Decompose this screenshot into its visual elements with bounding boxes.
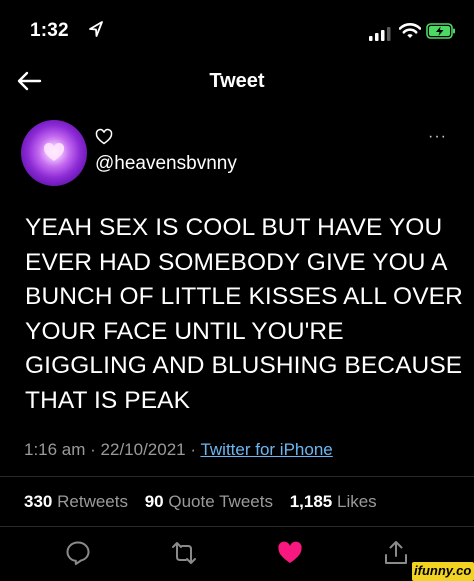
page-title: Tweet xyxy=(209,70,265,92)
watermark-text: ifunny.co xyxy=(414,563,472,578)
divider xyxy=(0,526,474,527)
battery-charging-icon xyxy=(426,23,455,39)
location-arrow-icon xyxy=(89,21,103,37)
retweets-label: Retweets xyxy=(57,492,128,511)
tweet-text: YEAH SEX IS COOL BUT HAVE YOU EVER HAD S… xyxy=(25,214,463,414)
meta-separator: · xyxy=(85,440,101,459)
tweet-date: 22/10/2021 xyxy=(100,440,186,459)
status-time: 1:32 xyxy=(30,20,69,41)
tweet-meta: 1:16 am · 22/10/2021 · Twitter for iPhon… xyxy=(24,440,333,460)
heart-outline-icon[interactable] xyxy=(95,128,113,146)
quotes-count: 90 xyxy=(144,492,164,511)
heart-filled-icon[interactable] xyxy=(276,539,304,567)
tweet-stats: 330 Retweets 90 Quote Tweets 1,185 Likes xyxy=(24,492,389,512)
reply-icon[interactable] xyxy=(64,539,92,567)
meta-separator: · xyxy=(185,440,201,459)
likes-count: 1,185 xyxy=(289,492,333,511)
wifi-icon xyxy=(399,23,421,38)
quote-tweets-stat[interactable]: 90 Quote Tweets xyxy=(145,492,273,511)
likes-stat[interactable]: 1,185 Likes xyxy=(290,492,377,511)
author-handle[interactable]: @heavensbvnny xyxy=(95,153,237,175)
retweets-count: 330 xyxy=(24,492,53,511)
signal-icon xyxy=(369,27,391,41)
tweet-time: 1:16 am xyxy=(24,440,86,459)
more-icon[interactable]: ··· xyxy=(428,128,447,146)
retweet-icon[interactable] xyxy=(170,539,198,567)
avatar-heart-icon xyxy=(43,142,65,161)
retweets-stat[interactable]: 330 Retweets xyxy=(24,492,128,511)
tweet-source-link[interactable]: Twitter for iPhone xyxy=(200,440,332,459)
share-icon[interactable] xyxy=(382,539,410,567)
quotes-label: Quote Tweets xyxy=(168,492,273,511)
divider xyxy=(0,476,474,477)
likes-label: Likes xyxy=(336,492,377,511)
